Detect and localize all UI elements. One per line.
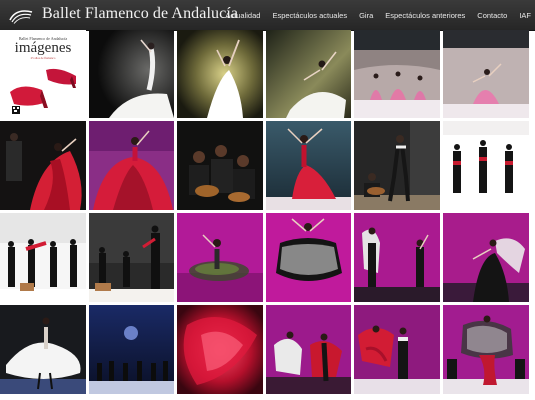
gallery-photo[interactable] [177, 305, 263, 394]
gallery-photo[interactable] [443, 30, 529, 118]
nav-espectaculos-anteriores[interactable]: Espectáculos anteriores [385, 11, 465, 20]
flamenco-logo-icon[interactable] [8, 6, 34, 24]
photo-gallery: Ballet Flamenco de Andalucía imágenes 25… [0, 30, 535, 394]
gallery-photo[interactable] [89, 121, 174, 210]
gallery-photo[interactable] [266, 121, 351, 210]
gallery-photo[interactable] [354, 305, 440, 394]
nav-gira[interactable]: Gira [359, 11, 373, 20]
gallery-photo[interactable] [443, 213, 529, 302]
gallery-photo[interactable] [443, 305, 529, 394]
nav-espectaculos-actuales[interactable]: Espectáculos actuales [272, 11, 347, 20]
gallery-photo[interactable] [177, 30, 263, 118]
gallery-photo[interactable] [177, 121, 263, 210]
poster-shoes-illustration [2, 62, 84, 116]
nav-contacto[interactable]: Contacto [477, 11, 507, 20]
gallery-photo[interactable] [89, 30, 174, 118]
poster-imagenes[interactable]: Ballet Flamenco de Andalucía imágenes 25… [0, 30, 86, 118]
site-title[interactable]: Ballet Flamenco de Andalucía [42, 5, 238, 23]
gallery-photo[interactable] [89, 305, 174, 394]
gallery-photo[interactable] [354, 30, 440, 118]
gallery-photo[interactable] [354, 213, 440, 302]
gallery-photo[interactable] [89, 213, 174, 302]
gallery-photo[interactable] [266, 30, 351, 118]
site-header: Ballet Flamenco de Andalucía Actualidad … [0, 0, 535, 31]
gallery-photo[interactable] [266, 213, 351, 302]
nav-iaf[interactable]: IAF [519, 11, 531, 20]
gallery-photo[interactable] [177, 213, 263, 302]
gallery-photo[interactable] [443, 121, 529, 210]
gallery-photo[interactable] [354, 121, 440, 210]
gallery-photo[interactable] [266, 305, 351, 394]
gallery-photo[interactable] [0, 213, 86, 302]
poster-title: imágenes [14, 40, 72, 56]
main-nav: Actualidad Espectáculos actuales Gira Es… [213, 0, 531, 30]
nav-actualidad[interactable]: Actualidad [225, 11, 260, 20]
gallery-photo[interactable] [0, 121, 86, 210]
poster-tagline: 25 años de flamenco [30, 56, 56, 60]
gallery-photo[interactable] [0, 305, 86, 394]
